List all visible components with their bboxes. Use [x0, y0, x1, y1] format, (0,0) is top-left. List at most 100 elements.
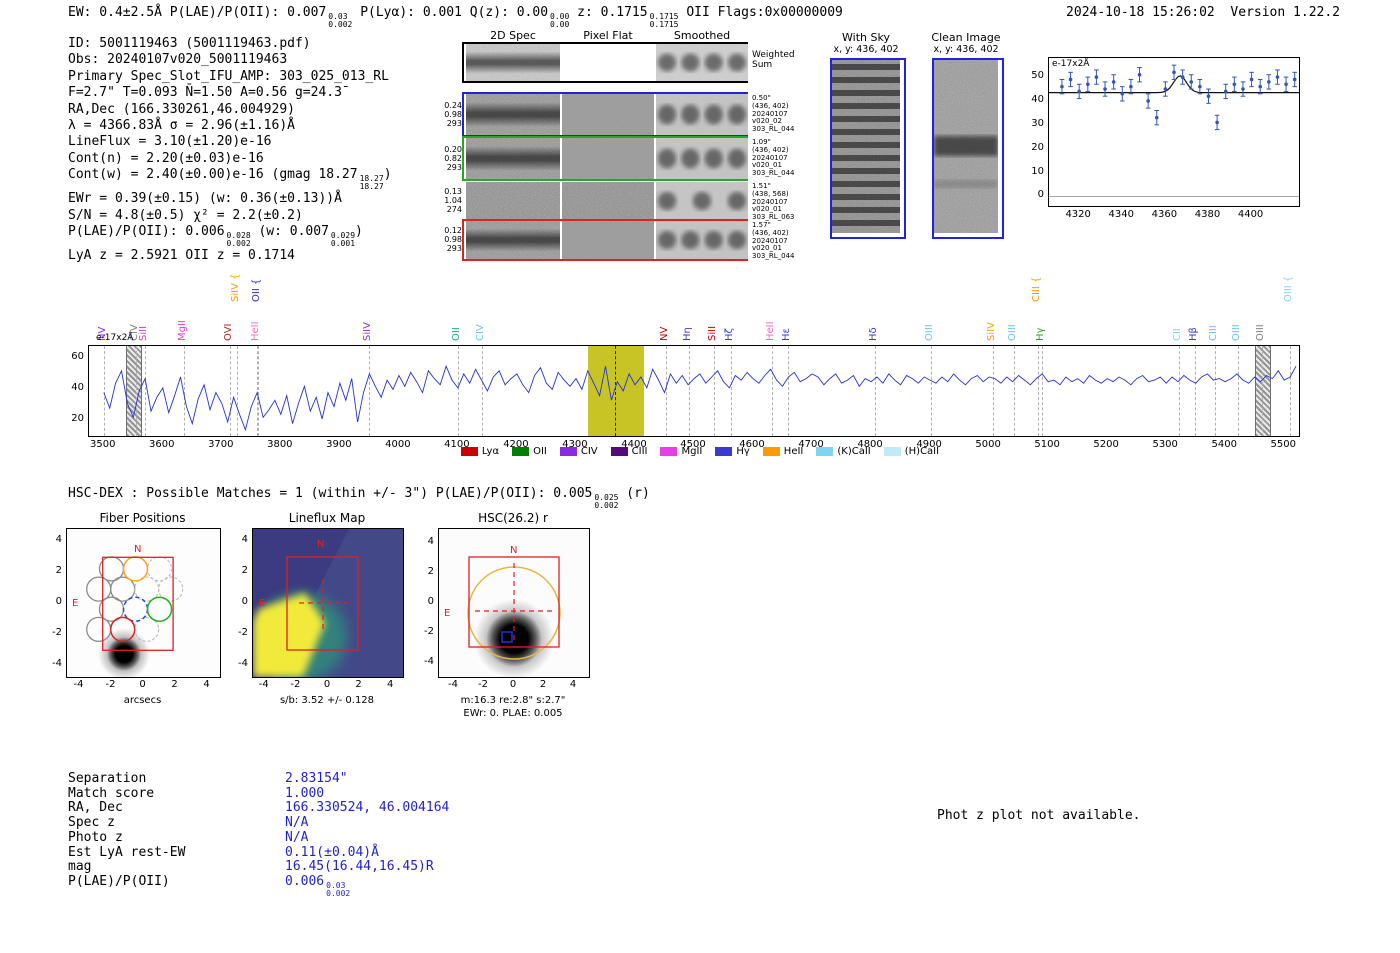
emission-line-label: Hγ: [1035, 327, 1047, 341]
fiber-xlabel: arcsecs: [123, 695, 162, 706]
match-table-row: Est LyA rest-EW 0.11(±0.04)Å: [68, 844, 449, 861]
detection-info-block: ID: 5001119463 (5001119463.pdf) Obs: 2024…: [68, 36, 392, 264]
stacked-uncertainty: 0.03 0.002: [326, 880, 351, 898]
cutout-cell: [656, 182, 748, 220]
match-row-label: mag: [68, 859, 92, 875]
cutout-cell: [656, 44, 748, 81]
emission-line-label: OVI: [223, 323, 235, 342]
spectrum-canvas: [103, 364, 1297, 432]
spectrum-xtick: 4200: [503, 439, 529, 450]
lineflux-ytick: 4: [241, 534, 248, 545]
emission-line-label: Hβ: [1187, 327, 1199, 341]
info-line: ID: 5001119463 (5001119463.pdf): [68, 36, 311, 51]
stacked-uncertainty: 0.00 0.00: [550, 12, 570, 29]
withsky-title: With Sky: [842, 31, 890, 44]
compass-north-label: N: [510, 545, 517, 556]
hsc-ytick: 4: [427, 536, 434, 547]
cutout-row-values: 0.12 0.98 293: [444, 226, 462, 253]
lineflux-map-image: N E: [253, 529, 403, 681]
cutout-cell: [656, 221, 748, 259]
fiber-positions-panel: N E: [66, 528, 221, 680]
cutout-cell: [562, 138, 654, 179]
lineflux-ytick: 0: [241, 596, 248, 607]
inset-ytick: 50: [1031, 70, 1044, 82]
cutout-col-title-pixelflat: Pixel Flat: [583, 29, 633, 42]
header-summary: EW: 0.4±2.5Å P(LAE)/P(OII): 0.007 0.03 0.0…: [68, 5, 843, 29]
fiber-xtick: 0: [139, 679, 146, 690]
spectrum-ytick: 40: [71, 382, 84, 394]
cutout-cell: [562, 221, 654, 259]
info-line: Cont(w) = 2.40(±0.00)e-16 (gmag 18.27 18.…: [68, 167, 392, 191]
cutout-cell: [466, 138, 560, 179]
text-segment: EW: 0.4±2.5Å P(LAE)/P(OII): 0.007: [68, 5, 327, 20]
match-row-value: 166.330524, 46.004164: [285, 800, 450, 816]
lineflux-xtick: -4: [258, 679, 269, 690]
fiber-xtick: 2: [171, 679, 178, 690]
match-row-label: Spec z: [68, 815, 115, 831]
full-spectrum-plot: [88, 345, 1300, 437]
cutout-cell: [562, 182, 654, 220]
spectrum-xtick: 5300: [1152, 439, 1178, 450]
header-datetime: 2024-10-18 15:26:02: [1066, 5, 1215, 20]
compass-east-label: E: [444, 608, 450, 619]
hsc-xtick: 0: [509, 679, 517, 690]
spectrum-xtick: 4500: [680, 439, 706, 450]
text-segment: OII Flags:0x00000009: [678, 5, 843, 20]
match-table-row: Match score 1.000: [68, 785, 449, 802]
info-line: RA,Dec (166.330261,46.004929): [68, 101, 295, 117]
catalog-match-table: Separation 2.83154" Match score 1.000 RA, De…: [68, 771, 450, 898]
info-line: F=2.7" T=0.093 N̄=1.50 A=0.56 g=24.3̄: [68, 85, 342, 101]
hscdex-summary: HSC-DEX : Possible Matches = 1 (within +…: [68, 486, 650, 510]
match-table-row: mag 16.45(16.44,16.45)R: [68, 859, 449, 875]
hsc-xtick: 2: [539, 679, 547, 690]
cutout-row-values: 0.20 0.82 293: [444, 145, 462, 172]
inset-ytick: 40: [1031, 93, 1044, 105]
fiber-ytick: 2: [55, 565, 62, 576]
cutout-cell: [562, 94, 654, 135]
hsc-ytick: -2: [424, 626, 434, 637]
match-row-value: N/A: [285, 829, 309, 845]
match-row-label: Est LyA rest-EW: [68, 844, 186, 860]
lineflux-ytick: -2: [238, 627, 248, 638]
fiber-xtick: -4: [73, 679, 84, 690]
header-version: Version 1.22.2: [1230, 5, 1340, 20]
fiber-xtick: -2: [105, 679, 116, 690]
cutout-cell: [656, 138, 748, 179]
emission-line-label: HeII: [250, 321, 262, 341]
emission-line-label: NV: [658, 326, 670, 341]
fiber-ytick: 4: [55, 534, 62, 545]
hsc-panel-title: HSC(26.2) r: [478, 511, 548, 525]
match-row-value: 0.006 0.03 0.002: [285, 874, 350, 897]
spectrum-xtick: 4600: [739, 439, 765, 450]
clean-title: Clean Image: [931, 31, 1001, 44]
cutout-row-values: 0.24 0.98 293: [444, 101, 462, 128]
hsc-ytick: 2: [427, 566, 434, 577]
match-row-value: 1.000: [285, 785, 325, 801]
inset-unit-label: e-17x2Å: [1052, 59, 1090, 69]
info-line: λ = 4366.83Å σ = 2.96(±1.16)Å: [68, 118, 295, 134]
inset-xtick: 4400: [1237, 209, 1264, 220]
inset-ytick: 30: [1031, 117, 1044, 129]
compass-east-label: E: [259, 598, 265, 609]
fiber-ytick: 0: [55, 596, 62, 607]
info-line: Cont(n) = 2.20(±0.03)e-16: [68, 150, 264, 166]
clean-coords: x, y: 436, 402: [933, 44, 999, 55]
inset-plot-canvas: [1049, 64, 1299, 197]
fiber-xtick: 4: [203, 679, 210, 690]
stacked-uncertainty: 0.025 0.002: [594, 493, 619, 510]
lineflux-xtick: 2: [355, 679, 362, 690]
cutout-row-annotations: 1.09" (436, 402) 20240107 v020_01 303_RL…: [752, 138, 795, 178]
fiber-panel-title: Fiber Positions: [99, 511, 186, 525]
hsc-xtick: -2: [478, 679, 488, 690]
compass-north-label: N: [317, 539, 324, 550]
spectrum-xtick: 5200: [1093, 439, 1119, 450]
fiber-positions-image: N E: [67, 529, 220, 680]
cutout-cell: [466, 94, 560, 135]
stacked-uncertainty: 0.03 0.002: [328, 12, 353, 29]
spectrum-xtick: 3600: [149, 439, 175, 450]
match-row-value: 2.83154": [285, 771, 348, 786]
inset-ytick: 10: [1031, 165, 1044, 177]
lineflux-ytick: -4: [238, 658, 248, 669]
match-row-value: 16.45(16.44,16.45)R: [285, 859, 434, 875]
hsc-xlabel-2: EWr: 0. PLAE: 0.005: [463, 708, 563, 719]
